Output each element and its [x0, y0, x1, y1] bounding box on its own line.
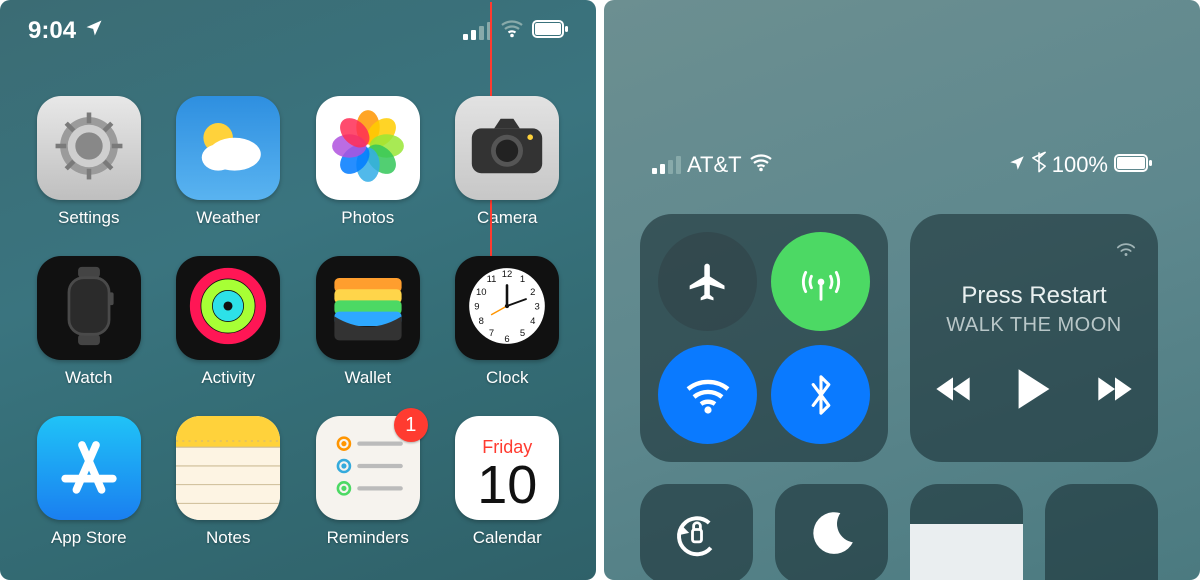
cellular-data-toggle[interactable]: [771, 232, 870, 331]
app-label: Reminders: [327, 528, 409, 548]
app-wallet[interactable]: Wallet: [307, 256, 429, 388]
notes-icon: [176, 416, 280, 520]
next-track-button[interactable]: [1095, 374, 1135, 409]
clock-face-icon: 12369 12 45 78 1011: [464, 263, 550, 354]
battery-icon: [532, 17, 568, 45]
app-appstore[interactable]: App Store: [28, 416, 150, 548]
app-watch[interactable]: Watch: [28, 256, 150, 388]
connectivity-panel[interactable]: [640, 214, 888, 462]
app-label: Notes: [206, 528, 250, 548]
calendar-date: 10: [477, 458, 537, 512]
app-label: Activity: [201, 368, 255, 388]
wifi-icon: [500, 17, 524, 45]
airplay-icon[interactable]: [1112, 230, 1140, 263]
photos-flower-icon: [329, 107, 407, 190]
location-arrow-icon: [84, 17, 104, 45]
previous-track-button[interactable]: [933, 374, 973, 409]
svg-text:11: 11: [487, 273, 497, 284]
cellular-signal-icon: [463, 22, 492, 40]
svg-text:6: 6: [505, 334, 510, 345]
apple-watch-icon: [61, 265, 117, 352]
status-bar: 9:04: [0, 0, 596, 56]
svg-text:5: 5: [520, 328, 525, 339]
volume-slider[interactable]: [1045, 484, 1158, 580]
status-time: 9:04: [28, 17, 76, 45]
app-label: App Store: [51, 528, 127, 548]
now-playing-title: Press Restart: [961, 282, 1106, 310]
gear-icon: [51, 108, 127, 189]
location-arrow-icon: [1008, 152, 1026, 178]
rotation-lock-toggle[interactable]: [640, 484, 753, 580]
battery-icon: [1114, 152, 1152, 178]
airplane-mode-toggle[interactable]: [658, 232, 757, 331]
app-reminders[interactable]: 1 Reminders: [307, 416, 429, 548]
app-clock[interactable]: 12369 12 45 78 1011 Clock: [447, 256, 569, 388]
svg-text:2: 2: [530, 286, 535, 297]
app-label: Camera: [477, 208, 537, 228]
app-notes[interactable]: Notes: [168, 416, 290, 548]
app-settings[interactable]: Settings: [28, 96, 150, 228]
wifi-toggle[interactable]: [658, 345, 757, 444]
camera-icon: [467, 114, 547, 183]
app-camera[interactable]: Camera: [447, 96, 569, 228]
cc-lower-row: [604, 462, 1200, 580]
wallet-icon: [328, 271, 408, 346]
svg-text:7: 7: [489, 328, 494, 339]
notification-badge: 1: [394, 408, 428, 442]
app-label: Wallet: [344, 368, 391, 388]
app-label: Watch: [65, 368, 113, 388]
svg-text:9: 9: [475, 301, 480, 312]
now-playing-artist: WALK THE MOON: [946, 314, 1121, 337]
svg-text:8: 8: [479, 316, 484, 327]
app-label: Clock: [486, 368, 529, 388]
svg-text:4: 4: [530, 316, 535, 327]
brightness-fill: [910, 524, 1023, 580]
media-panel[interactable]: Press Restart WALK THE MOON: [910, 214, 1158, 462]
do-not-disturb-toggle[interactable]: [775, 484, 888, 580]
app-label: Settings: [58, 208, 119, 228]
brightness-slider[interactable]: [910, 484, 1023, 580]
control-center-pane: AT&T 100%: [604, 0, 1200, 580]
springboard-grid: Settings Weather: [0, 56, 596, 548]
bluetooth-icon: [1032, 151, 1046, 179]
home-screen-pane: 9:04 Settings: [0, 0, 596, 580]
carrier-label: AT&T: [687, 152, 742, 178]
app-label: Photos: [341, 208, 394, 228]
battery-pct: 100%: [1052, 152, 1108, 178]
appstore-a-icon: [54, 431, 124, 506]
bluetooth-toggle[interactable]: [771, 345, 870, 444]
svg-text:1: 1: [520, 273, 525, 284]
svg-text:3: 3: [535, 301, 540, 312]
app-weather[interactable]: Weather: [168, 96, 290, 228]
app-activity[interactable]: Activity: [168, 256, 290, 388]
svg-text:10: 10: [476, 286, 487, 297]
svg-text:12: 12: [502, 268, 513, 279]
app-calendar[interactable]: Friday 10 Calendar: [447, 416, 569, 548]
sun-cloud-icon: [187, 111, 269, 186]
app-photos[interactable]: Photos: [307, 96, 429, 228]
cc-status-bar: AT&T 100%: [604, 0, 1200, 190]
wifi-icon: [748, 152, 774, 178]
app-label: Calendar: [473, 528, 542, 548]
cellular-signal-icon: [652, 156, 681, 174]
play-button[interactable]: [1015, 367, 1053, 416]
activity-rings-icon: [187, 265, 269, 352]
app-label: Weather: [196, 208, 260, 228]
